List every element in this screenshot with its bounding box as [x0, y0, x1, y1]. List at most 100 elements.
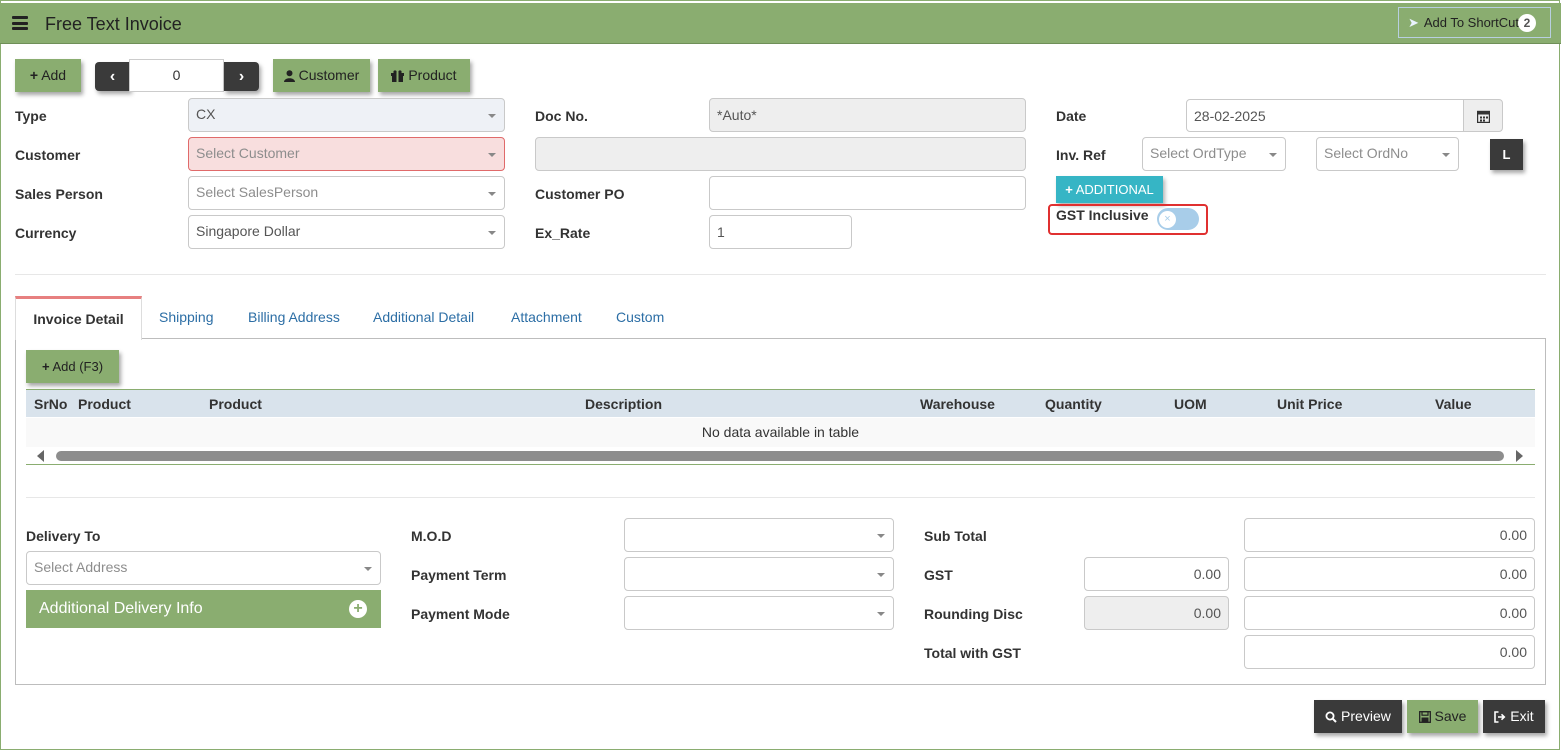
- user-icon: [283, 67, 299, 83]
- header-bar: Free Text Invoice: [0, 3, 1561, 44]
- customer-po-label: Customer PO: [535, 186, 625, 202]
- record-number-input[interactable]: 0: [129, 59, 224, 92]
- tab-custom[interactable]: Custom: [616, 296, 664, 339]
- preview-label: Preview: [1341, 708, 1391, 724]
- menu-icon[interactable]: [12, 16, 28, 30]
- detail-table-header: SrNo Product Product Description Warehou…: [26, 389, 1535, 417]
- chevron-left-icon: ‹: [109, 68, 116, 85]
- tab-shipping[interactable]: Shipping: [159, 296, 214, 339]
- customer-name-input: [535, 137, 1026, 171]
- divider: [26, 497, 1535, 498]
- customer-label: Customer: [298, 67, 360, 83]
- tab-attachment[interactable]: Attachment: [511, 296, 582, 339]
- column-header[interactable]: UOM: [1174, 396, 1207, 412]
- rounding-amount-input[interactable]: 0.00: [1244, 596, 1535, 630]
- shortcut-label: Add To ShortCut: [1423, 15, 1519, 30]
- currency-value: Singapore Dollar: [196, 223, 301, 239]
- address-placeholder: Select Address: [34, 559, 128, 575]
- next-record-button[interactable]: ›: [224, 62, 259, 91]
- column-header[interactable]: Value: [1435, 396, 1472, 412]
- tab-invoice-detail[interactable]: Invoice Detail: [15, 296, 142, 340]
- total-with-gst-label: Total with GST: [924, 645, 1021, 661]
- caret-down-icon: [488, 153, 496, 157]
- ordno-placeholder: Select OrdNo: [1324, 145, 1409, 161]
- currency-select[interactable]: Singapore Dollar: [188, 215, 505, 249]
- payment-mode-label: Payment Mode: [411, 606, 510, 622]
- caret-down-icon: [488, 192, 496, 196]
- sales-person-select[interactable]: Select SalesPerson: [188, 176, 505, 210]
- plus-circle-icon[interactable]: +: [349, 600, 367, 618]
- horizontal-scrollbar[interactable]: [26, 447, 1535, 465]
- calendar-icon: [1476, 107, 1490, 123]
- sign-out-icon: [1494, 708, 1510, 724]
- ordtype-placeholder: Select OrdType: [1150, 145, 1247, 161]
- column-header[interactable]: Warehouse: [920, 396, 995, 412]
- sales-person-label: Sales Person: [15, 186, 103, 202]
- ordno-select[interactable]: Select OrdNo: [1316, 137, 1459, 171]
- mod-select[interactable]: [624, 518, 894, 552]
- customer-select[interactable]: Select Customer: [188, 137, 505, 171]
- product-button[interactable]: Product: [378, 59, 470, 92]
- rounding-rate-input: 0.00: [1084, 596, 1229, 630]
- tab-additional-detail[interactable]: Additional Detail: [373, 296, 474, 339]
- payment-term-label: Payment Term: [411, 567, 507, 583]
- customer-po-input[interactable]: [709, 176, 1026, 210]
- add-label: Add: [41, 67, 67, 83]
- type-select[interactable]: CX: [188, 98, 505, 132]
- rocket-icon: ➤: [1408, 15, 1419, 30]
- caret-down-icon: [877, 534, 885, 538]
- add-line-button[interactable]: + Add (F3): [26, 350, 119, 383]
- caret-down-icon: [1442, 153, 1450, 157]
- column-header[interactable]: Product: [78, 396, 131, 412]
- currency-label: Currency: [15, 225, 77, 241]
- scrollbar-thumb[interactable]: [56, 451, 1504, 461]
- save-label: Save: [1434, 708, 1467, 724]
- additional-button[interactable]: + ADDITIONAL: [1056, 176, 1163, 203]
- gst-amount-input: 0.00: [1244, 557, 1535, 591]
- additional-delivery-info-panel[interactable]: Additional Delivery Info +: [26, 590, 381, 628]
- search-icon: [1325, 708, 1341, 724]
- mod-label: M.O.D: [411, 528, 452, 544]
- close-icon: ×: [1159, 211, 1176, 228]
- save-button[interactable]: Save: [1407, 700, 1478, 733]
- inv-ref-label: Inv. Ref: [1056, 147, 1106, 163]
- lookup-l-button[interactable]: L: [1490, 139, 1523, 170]
- column-header[interactable]: Product: [209, 396, 262, 412]
- payment-mode-select[interactable]: [624, 596, 894, 630]
- doc-no-label: Doc No.: [535, 108, 588, 124]
- add-button[interactable]: + Add: [15, 59, 81, 92]
- payment-term-select[interactable]: [624, 557, 894, 591]
- exit-label: Exit: [1510, 708, 1534, 724]
- scroll-left-icon[interactable]: [37, 450, 44, 462]
- ex-rate-input[interactable]: 1: [709, 215, 852, 249]
- sub-total-label: Sub Total: [924, 528, 987, 544]
- tab-billing-address[interactable]: Billing Address: [248, 296, 340, 339]
- customer-button[interactable]: Customer: [273, 59, 370, 92]
- preview-button[interactable]: Preview: [1314, 700, 1402, 733]
- address-select[interactable]: Select Address: [26, 551, 381, 585]
- ex-rate-label: Ex_Rate: [535, 225, 591, 241]
- type-value: CX: [196, 106, 216, 122]
- gst-label: GST: [924, 567, 953, 583]
- column-header[interactable]: Quantity: [1045, 396, 1102, 412]
- gst-rate-input[interactable]: 0.00: [1084, 557, 1229, 591]
- doc-no-input: *Auto*: [709, 98, 1026, 132]
- column-header[interactable]: Description: [585, 396, 662, 412]
- scroll-right-icon[interactable]: [1516, 450, 1523, 462]
- calendar-button[interactable]: [1463, 99, 1503, 132]
- caret-down-icon: [1269, 153, 1277, 157]
- caret-down-icon: [877, 612, 885, 616]
- gst-inclusive-toggle[interactable]: ×: [1157, 208, 1199, 230]
- column-header[interactable]: SrNo: [34, 396, 67, 412]
- page-title: Free Text Invoice: [45, 14, 182, 34]
- ordtype-select[interactable]: Select OrdType: [1142, 137, 1286, 171]
- exit-button[interactable]: Exit: [1483, 700, 1545, 733]
- sub-total-input: 0.00: [1244, 518, 1535, 552]
- date-input[interactable]: 28-02-2025: [1186, 99, 1464, 132]
- empty-table-message: No data available in table: [26, 418, 1535, 447]
- previous-record-button[interactable]: ‹: [95, 62, 130, 91]
- column-header[interactable]: Unit Price: [1277, 396, 1342, 412]
- delivery-to-label: Delivery To: [26, 528, 101, 544]
- save-icon: [1418, 708, 1435, 724]
- rounding-disc-label: Rounding Disc: [924, 606, 1023, 622]
